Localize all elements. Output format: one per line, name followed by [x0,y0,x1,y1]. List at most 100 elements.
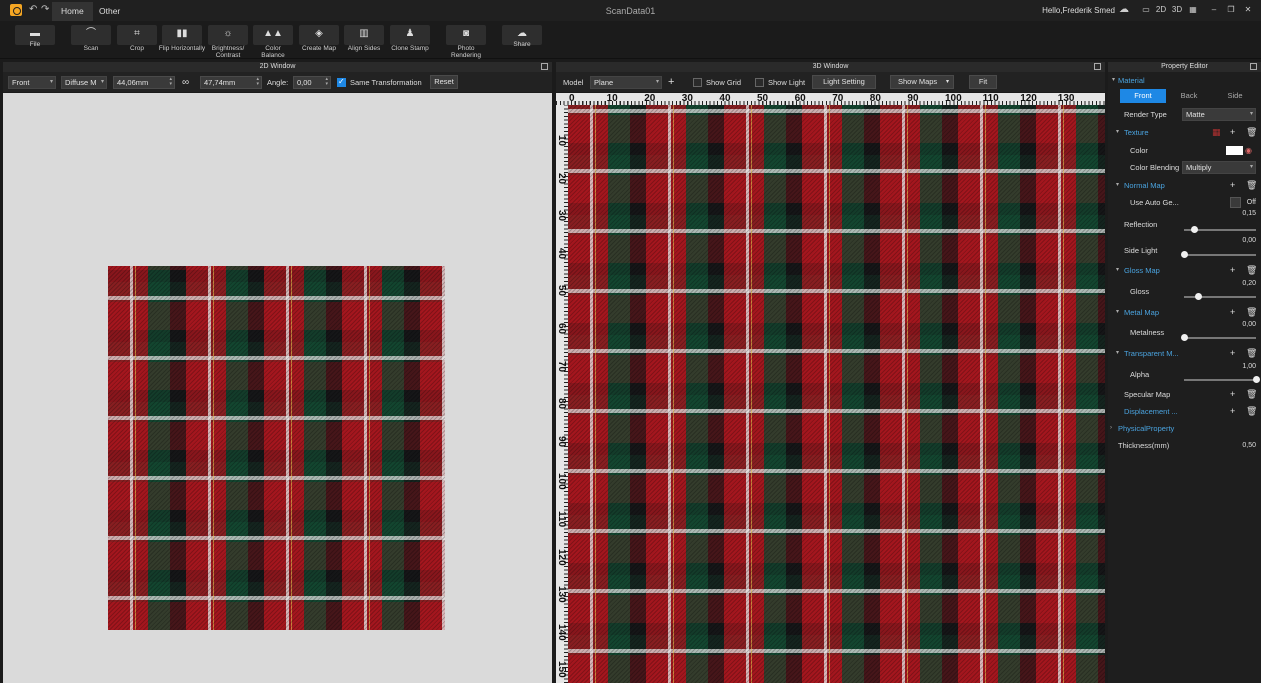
color-swatch[interactable] [1226,146,1243,155]
gloss-label: Gloss [1130,287,1150,296]
side-select[interactable]: Front ▾ [8,76,56,89]
texture-row[interactable]: ▾ Texture ▦ + 🗑 [1108,124,1261,141]
thickness-value[interactable]: 0,50 [1242,437,1256,454]
spinner-icon[interactable]: ▴ ▾ [256,77,259,87]
alpha-value: 1,00 [1242,363,1256,370]
undock-icon[interactable] [1094,63,1101,70]
ruler-tick-label: 150 [556,661,567,679]
texture-thumbnail-icon[interactable]: ▦ [1212,124,1221,141]
width-field[interactable]: 44,06mm ▴ ▾ [113,76,175,89]
map-select[interactable]: Diffuse M ▾ [61,76,107,89]
undock-icon[interactable] [541,63,548,70]
specular-map-label: Specular Map [1124,390,1171,399]
physical-property-row[interactable]: › PhysicalProperty [1108,420,1261,437]
slider-knob[interactable] [1180,251,1188,258]
brightness-contrast-button[interactable]: ☼ [208,25,248,45]
alpha-slider[interactable] [1184,376,1260,383]
canvas-2d[interactable] [3,93,552,683]
restore-icon[interactable]: ❐ [1224,4,1238,16]
alpha-label: Alpha [1130,370,1150,379]
color-balance-button[interactable]: ▲▲ [253,25,293,45]
undock-icon[interactable] [1250,63,1257,70]
fit-button[interactable]: Fit [969,75,997,89]
delete-icon[interactable]: 🗑 [1246,403,1257,420]
add-icon[interactable]: + [1230,177,1235,194]
add-icon[interactable]: + [1230,386,1235,403]
user-greeting[interactable]: Hello,Frederik Smed [1042,0,1115,21]
align-sides-button[interactable]: ▥ [344,25,384,45]
tab-home[interactable]: Home [52,2,93,21]
angle-field[interactable]: 0,00 ▴ ▾ [293,76,331,89]
same-transformation-checkbox[interactable] [337,77,346,87]
slider-knob[interactable] [1191,226,1199,233]
use-auto-toggle[interactable] [1230,197,1241,208]
tab-other[interactable]: Other [90,2,129,21]
add-model-icon[interactable]: + [668,76,674,89]
render-type-select[interactable]: Matte ▾ [1182,108,1256,121]
normal-map-row[interactable]: ▾ Normal Map + 🗑 [1108,177,1261,194]
cloud-icon[interactable]: ☁ [1117,4,1131,16]
ruler-tick-label: 90 [556,435,567,447]
show-grid-checkbox[interactable] [693,78,702,87]
ruler-tick-label: 130 [556,586,567,603]
add-icon[interactable]: + [1230,403,1235,420]
side-light-slider[interactable] [1180,251,1256,258]
material-section[interactable]: ▾ Material [1108,72,1261,89]
metalness-slider[interactable] [1180,334,1256,341]
ruler-tick-label: 120 [1020,93,1037,104]
delete-icon[interactable]: 🗑 [1246,177,1257,194]
redo-icon[interactable]: ↷ [41,4,49,16]
fabric-scan-image[interactable] [108,266,445,630]
side-front-tab[interactable]: Front [1120,89,1166,103]
minimize-icon[interactable]: – [1207,4,1221,16]
ruler-tick-label: 10 [556,135,567,147]
thickness-row: Thickness(mm) 0,50 [1108,437,1261,454]
gloss-slider[interactable] [1184,293,1256,300]
photo-rendering-button[interactable]: ◙ [446,25,486,45]
light-setting-button[interactable]: Light Setting [812,75,876,89]
grid-icon[interactable]: ▦ [1186,4,1200,16]
side-side-tab[interactable]: Side [1212,89,1258,103]
show-light-label: Show Light [768,78,806,87]
viewport-3d[interactable]: 0 10 20 30 40 50 60 70 80 90 100 110 120 130 10 20 30 40… [556,93,1105,683]
view-2d-button[interactable]: 2D [1154,4,1168,16]
height-field[interactable]: 47,74mm ▴ ▾ [200,76,262,89]
model-select[interactable]: Plane ▾ [590,76,662,89]
crop-button[interactable]: ⌗ [117,25,157,45]
color-blending-select[interactable]: Multiply ▾ [1182,161,1256,174]
specular-map-row[interactable]: Specular Map + 🗑 [1108,386,1261,403]
flip-horizontally-button[interactable]: ▮▮ [162,25,202,45]
close-icon[interactable]: ✕ [1241,4,1255,16]
title-bar: ↶ ↷ Home Other ScanData01 Hello,Frederik… [0,0,1261,21]
link-icon[interactable]: ∞ [182,76,189,89]
ruler-tick-label: 70 [556,360,567,372]
ruler-tick-label: 0 [569,93,575,104]
layout-single-icon[interactable]: ▭ [1139,4,1153,16]
scan-button[interactable]: ⌒ [71,25,111,45]
color-wheel-icon[interactable]: ◉ [1245,142,1252,159]
displacement-label: Displacement ... [1124,407,1178,416]
add-icon[interactable]: + [1230,124,1235,141]
clone-stamp-button[interactable]: ♟ [390,25,430,45]
flip-icon: ▮▮ [176,28,188,39]
metalness-value: 0,00 [1242,321,1256,328]
show-maps-button[interactable]: Show Maps ▾ [890,75,954,89]
delete-icon[interactable]: 🗑 [1246,124,1257,141]
spinner-icon[interactable]: ▴ ▾ [325,77,328,87]
toolbar-3d: Model Plane ▾ + Show Grid Show Light Ligh… [556,72,1105,92]
reflection-slider[interactable] [1184,226,1256,233]
displacement-row[interactable]: Displacement ... + 🗑 [1108,403,1261,420]
create-map-button[interactable]: ◈ [299,25,339,45]
side-back-tab[interactable]: Back [1166,89,1212,103]
view-3d-button[interactable]: 3D [1170,4,1184,16]
slider-knob[interactable] [1194,293,1202,300]
spinner-icon[interactable]: ▴ ▾ [169,77,172,87]
delete-icon[interactable]: 🗑 [1246,386,1257,403]
show-light-checkbox[interactable] [755,78,764,87]
slider-knob[interactable] [1252,376,1260,383]
reset-button[interactable]: Reset [430,75,458,89]
slider-knob[interactable] [1180,334,1188,341]
toolbar-2d: Front ▾ Diffuse M ▾ 44,06mm ▴ ▾ ∞ 47,74mm ▴ ▾ … [3,72,552,92]
undo-icon[interactable]: ↶ [29,4,37,16]
fabric-3d-preview[interactable] [568,105,1105,683]
